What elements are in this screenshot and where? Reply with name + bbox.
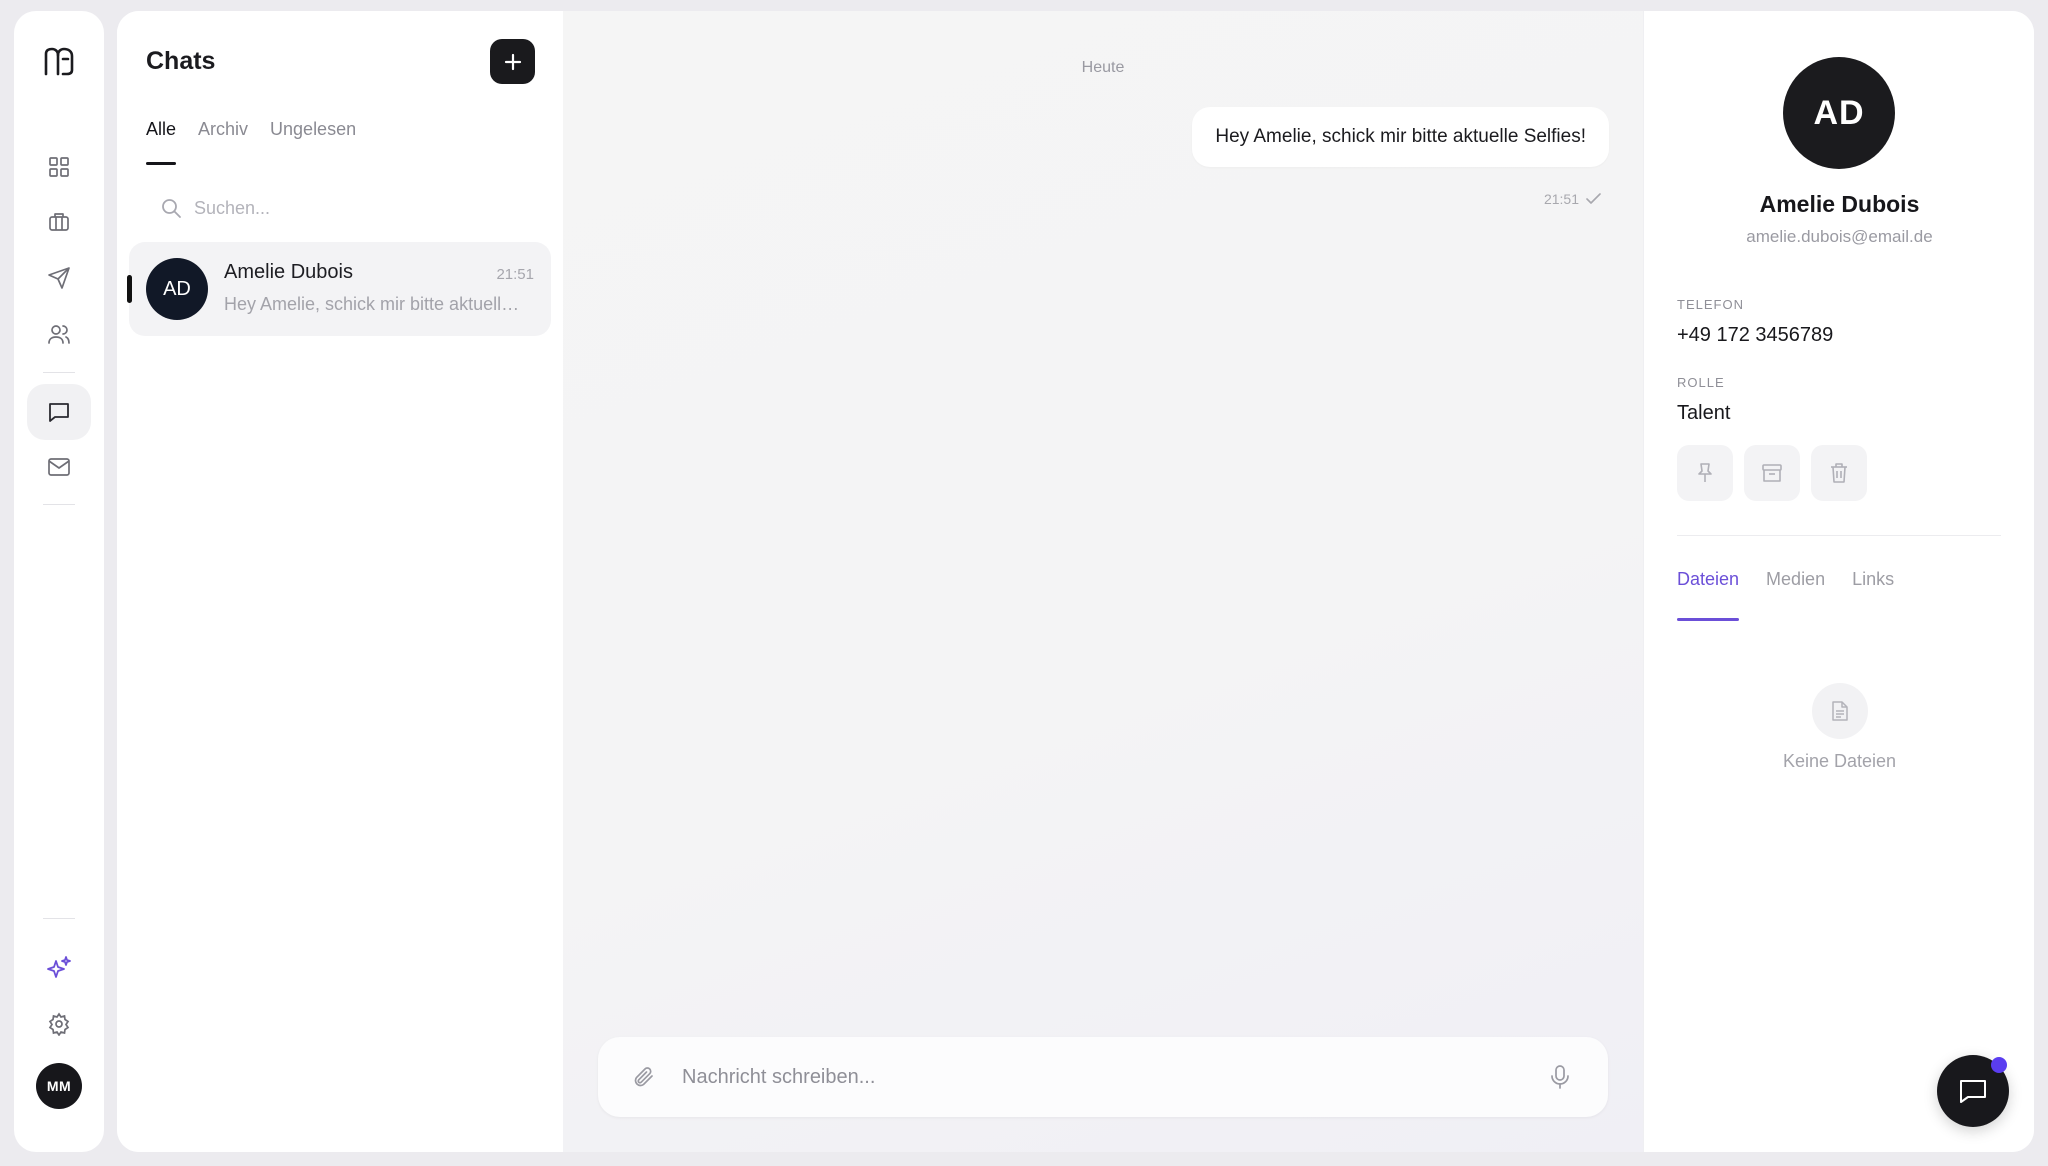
main-panel: Chats Alle Archiv Ungelesen AD Amelie Du… <box>117 11 2034 1152</box>
plus-icon <box>504 53 521 70</box>
users-icon <box>48 325 70 344</box>
attach-button[interactable] <box>632 1065 656 1089</box>
shared-content-tabs: Dateien Medien Links <box>1677 569 1894 621</box>
profile-name: Amelie Dubois <box>1759 191 1920 217</box>
paperclip-icon <box>634 1067 653 1087</box>
tab-ungelesen[interactable]: Ungelesen <box>270 117 356 165</box>
day-separator: Heute <box>1081 59 1125 76</box>
archive-icon <box>1762 464 1782 482</box>
profile-email[interactable]: amelie.dubois@email.de <box>1644 227 2034 247</box>
gear-icon <box>48 1012 70 1036</box>
profile-divider <box>1677 535 2001 536</box>
archive-chat-button[interactable] <box>1744 445 1800 501</box>
briefcase-icon <box>49 213 69 231</box>
chat-list-title: Chats <box>146 47 216 75</box>
check-icon <box>1586 193 1601 204</box>
message-input[interactable] <box>682 1059 1502 1095</box>
message-composer <box>598 1037 1608 1117</box>
conversation-panel: Heute Hey Amelie, schick mir bitte aktue… <box>563 11 1643 1152</box>
user-initials: MM <box>46 1078 72 1094</box>
nav-contacts[interactable] <box>27 306 91 362</box>
nav-ai-assistant[interactable] <box>27 940 91 996</box>
pin-icon <box>1698 463 1712 482</box>
search-input[interactable] <box>194 197 494 219</box>
chat-list-panel: Chats Alle Archiv Ungelesen AD Amelie Du… <box>117 11 563 1152</box>
nav-jobs[interactable] <box>27 194 91 250</box>
nav-chats[interactable] <box>27 384 91 440</box>
rail-divider <box>43 504 75 505</box>
tab-dateien[interactable]: Dateien <box>1677 569 1740 621</box>
tab-archiv[interactable]: Archiv <box>198 117 248 165</box>
contact-initials: AD <box>163 277 191 300</box>
nav-dashboard[interactable] <box>27 139 91 195</box>
rail-divider <box>43 918 75 919</box>
chat-icon <box>49 403 69 422</box>
nav-mail[interactable] <box>27 439 91 495</box>
delete-chat-button[interactable] <box>1811 445 1867 501</box>
profile-initials: AD <box>1813 93 1865 132</box>
pin-chat-button[interactable] <box>1677 445 1733 501</box>
sparkles-icon <box>47 956 71 978</box>
trash-icon <box>1831 463 1847 483</box>
phone-label: TELEFON <box>1677 297 1744 312</box>
tab-alle[interactable]: Alle <box>146 117 177 165</box>
paper-plane-icon <box>48 267 70 289</box>
mail-icon <box>48 458 70 476</box>
tab-links[interactable]: Links <box>1852 569 1894 621</box>
profile-avatar: AD <box>1783 57 1895 169</box>
contact-avatar: AD <box>146 258 208 320</box>
nav-send[interactable] <box>27 250 91 306</box>
microphone-icon <box>1551 1065 1569 1089</box>
new-chat-button[interactable] <box>490 39 535 84</box>
nav-settings[interactable] <box>27 996 91 1052</box>
contact-profile-panel: AD Amelie Dubois amelie.dubois@email.de … <box>1643 11 2034 1152</box>
app-rail: MM <box>14 11 104 1152</box>
tab-medien[interactable]: Medien <box>1766 569 1825 621</box>
voice-message-button[interactable] <box>1548 1064 1572 1090</box>
last-message-time: 21:51 <box>496 266 534 283</box>
brand-logo-icon[interactable] <box>42 45 76 79</box>
search-icon <box>162 199 181 218</box>
message-meta: 21:51 <box>1544 191 1602 207</box>
chat-filter-tabs: Alle Archiv Ungelesen <box>146 117 356 165</box>
active-indicator <box>127 275 132 303</box>
message-time: 21:51 <box>1543 191 1579 207</box>
user-avatar[interactable]: MM <box>36 1063 82 1109</box>
notification-dot <box>1991 1057 2007 1073</box>
last-message-preview: Hey Amelie, schick mir bitte aktuelle Se… <box>224 294 524 314</box>
rail-divider <box>43 372 75 373</box>
chat-list-item[interactable]: AD Amelie Dubois 21:51 Hey Amelie, schic… <box>127 242 551 336</box>
support-chat-button[interactable] <box>1937 1055 2009 1127</box>
outgoing-message-bubble[interactable]: Hey Amelie, schick mir bitte aktuelle Se… <box>1192 107 1609 167</box>
phone-value[interactable]: +49 172 3456789 <box>1677 324 1833 347</box>
grid-icon <box>49 157 69 177</box>
chat-bubble-icon <box>1960 1080 1986 1103</box>
empty-files-text: Keine Dateien <box>1782 751 1897 771</box>
chat-search <box>160 185 520 231</box>
role-label: ROLLE <box>1677 375 1725 390</box>
empty-files-indicator <box>1812 683 1868 739</box>
contact-name: Amelie Dubois <box>224 261 353 283</box>
role-value: Talent <box>1677 402 1731 424</box>
document-icon <box>1832 701 1848 721</box>
